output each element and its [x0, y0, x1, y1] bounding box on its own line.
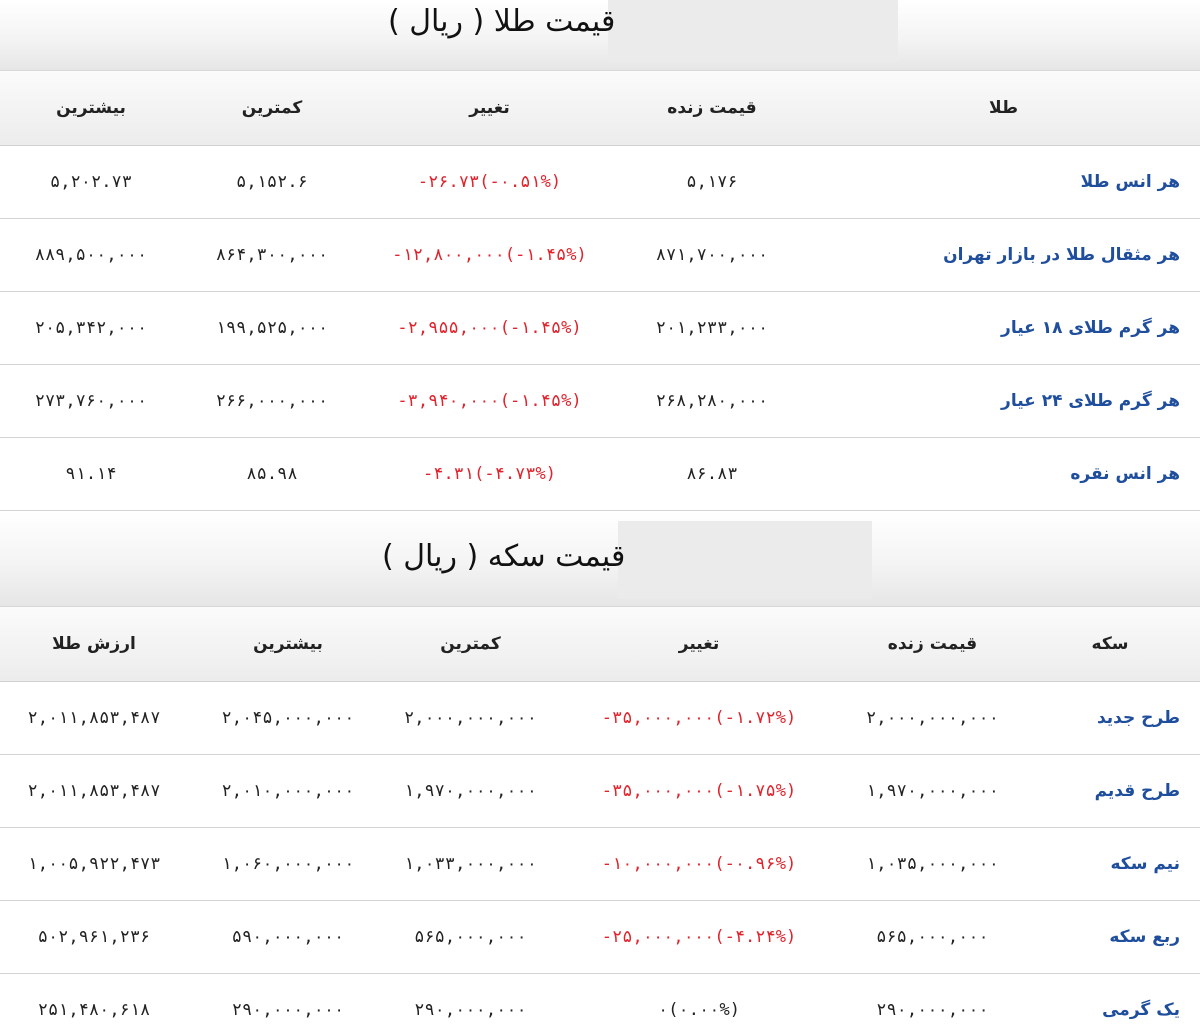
col-header-item: طلا — [807, 71, 1200, 146]
item-name-link[interactable]: هر انس طلا — [807, 145, 1200, 219]
min-value: ۱,۹۷۰,۰۰۰,۰۰۰ — [388, 754, 553, 828]
min-value: ۱,۰۳۳,۰۰۰,۰۰۰ — [388, 827, 553, 901]
gold-section-header: قیمت طلا ( ریال ) — [0, 0, 1200, 71]
max-value: ۵۹۰,۰۰۰,۰۰۰ — [188, 900, 388, 974]
change-value: -۴.۳۱(-۴.۷۳%) — [362, 437, 617, 511]
max-value: ۲۹۰,۰۰۰,۰۰۰ — [188, 973, 388, 1025]
col-header-min: کمترین — [388, 607, 553, 682]
change-value: -۳,۹۴۰,۰۰۰(-۱.۴۵%) — [362, 364, 617, 438]
table-row: ۵,۲۰۲.۷۳ ۵,۱۵۲.۶ -۲۶.۷۳(-۰.۵۱%) ۵,۱۷۶ هر… — [0, 145, 1200, 219]
item-name-link[interactable]: یک گرمی — [1020, 973, 1200, 1025]
live-price-value: ۵,۱۷۶ — [617, 145, 807, 219]
gold-table-header: بیشترین کمترین تغییر قیمت زنده طلا — [0, 71, 1200, 146]
item-name-link[interactable]: ربع سکه — [1020, 900, 1200, 974]
gold-value: ۱,۰۰۵,۹۲۲,۴۷۳ — [0, 827, 188, 901]
min-value: ۸۵.۹۸ — [182, 437, 362, 511]
change-value: -۱۰,۰۰۰,۰۰۰(-۰.۹۶%) — [553, 827, 845, 901]
live-price-value: ۵۶۵,۰۰۰,۰۰۰ — [845, 900, 1020, 974]
live-price-value: ۲۶۸,۲۸۰,۰۰۰ — [617, 364, 807, 438]
col-header-item: سکه — [1020, 607, 1200, 682]
max-value: ۱,۰۶۰,۰۰۰,۰۰۰ — [188, 827, 388, 901]
max-value: ۲,۰۴۵,۰۰۰,۰۰۰ — [188, 681, 388, 755]
item-name-link[interactable]: طرح جدید — [1020, 681, 1200, 755]
table-row: ۲۷۳,۷۶۰,۰۰۰ ۲۶۶,۰۰۰,۰۰۰ -۳,۹۴۰,۰۰۰(-۱.۴۵… — [0, 364, 1200, 438]
min-value: ۵۶۵,۰۰۰,۰۰۰ — [388, 900, 553, 974]
coin-section-title: قیمت سکه ( ریال ) — [382, 539, 626, 574]
item-name-link[interactable]: طرح قدیم — [1020, 754, 1200, 828]
table-row: ۵۰۲,۹۶۱,۲۳۶ ۵۹۰,۰۰۰,۰۰۰ ۵۶۵,۰۰۰,۰۰۰ -۲۵,… — [0, 900, 1200, 974]
coin-price-table: ارزش طلا بیشترین کمترین تغییر قیمت زنده … — [0, 607, 1200, 1025]
min-value: ۲۹۰,۰۰۰,۰۰۰ — [388, 973, 553, 1025]
change-value: -۲۵,۰۰۰,۰۰۰(-۴.۲۴%) — [553, 900, 845, 974]
col-header-min: کمترین — [182, 71, 362, 146]
change-value: -۳۵,۰۰۰,۰۰۰(-۱.۷۵%) — [553, 754, 845, 828]
col-header-gold-value: ارزش طلا — [0, 607, 188, 682]
gold-value: ۵۰۲,۹۶۱,۲۳۶ — [0, 900, 188, 974]
change-value: -۲,۹۵۵,۰۰۰(-۱.۴۵%) — [362, 291, 617, 365]
item-name-link[interactable]: هر گرم طلای ۲۴ عیار — [807, 364, 1200, 438]
change-value: -۲۶.۷۳(-۰.۵۱%) — [362, 145, 617, 219]
live-price-value: ۲۹۰,۰۰۰,۰۰۰ — [845, 973, 1020, 1025]
gold-section-title: قیمت طلا ( ریال ) — [388, 4, 616, 39]
min-value: ۲۶۶,۰۰۰,۰۰۰ — [182, 364, 362, 438]
max-value: ۲۰۵,۳۴۲,۰۰۰ — [0, 291, 182, 365]
change-value: ۰(۰.۰۰%) — [553, 973, 845, 1025]
price-page: قیمت طلا ( ریال ) بیشترین کمترین تغییر ق… — [0, 0, 1200, 1025]
change-value: -۱۲,۸۰۰,۰۰۰(-۱.۴۵%) — [362, 218, 617, 292]
item-name-link[interactable]: هر گرم طلای ۱۸ عیار — [807, 291, 1200, 365]
table-row: ۲۵۱,۴۸۰,۶۱۸ ۲۹۰,۰۰۰,۰۰۰ ۲۹۰,۰۰۰,۰۰۰ ۰(۰.… — [0, 973, 1200, 1025]
min-value: ۸۶۴,۳۰۰,۰۰۰ — [182, 218, 362, 292]
min-value: ۵,۱۵۲.۶ — [182, 145, 362, 219]
gold-value: ۲,۰۱۱,۸۵۳,۴۸۷ — [0, 681, 188, 755]
max-value: ۲,۰۱۰,۰۰۰,۰۰۰ — [188, 754, 388, 828]
coin-section-header: قیمت سکه ( ریال ) — [0, 511, 1200, 607]
max-value: ۸۸۹,۵۰۰,۰۰۰ — [0, 218, 182, 292]
live-price-value: ۸۷۱,۷۰۰,۰۰۰ — [617, 218, 807, 292]
table-row: ۸۸۹,۵۰۰,۰۰۰ ۸۶۴,۳۰۰,۰۰۰ -۱۲,۸۰۰,۰۰۰(-۱.۴… — [0, 218, 1200, 292]
live-price-value: ۱,۹۷۰,۰۰۰,۰۰۰ — [845, 754, 1020, 828]
item-name-link[interactable]: نیم سکه — [1020, 827, 1200, 901]
gold-value: ۲,۰۱۱,۸۵۳,۴۸۷ — [0, 754, 188, 828]
gold-price-table: بیشترین کمترین تغییر قیمت زنده طلا ۵,۲۰۲… — [0, 71, 1200, 511]
table-row: ۲۰۵,۳۴۲,۰۰۰ ۱۹۹,۵۲۵,۰۰۰ -۲,۹۵۵,۰۰۰(-۱.۴۵… — [0, 291, 1200, 365]
live-price-value: ۲,۰۰۰,۰۰۰,۰۰۰ — [845, 681, 1020, 755]
col-header-max: بیشترین — [188, 607, 388, 682]
table-row: ۹۱.۱۴ ۸۵.۹۸ -۴.۳۱(-۴.۷۳%) ۸۶.۸۳ هر انس ن… — [0, 437, 1200, 511]
table-row: ۱,۰۰۵,۹۲۲,۴۷۳ ۱,۰۶۰,۰۰۰,۰۰۰ ۱,۰۳۳,۰۰۰,۰۰… — [0, 827, 1200, 901]
min-value: ۱۹۹,۵۲۵,۰۰۰ — [182, 291, 362, 365]
col-header-live-price: قیمت زنده — [845, 607, 1020, 682]
col-header-change: تغییر — [362, 71, 617, 146]
live-price-value: ۲۰۱,۲۳۳,۰۰۰ — [617, 291, 807, 365]
gold-header-tab — [608, 0, 898, 62]
coin-table-header: ارزش طلا بیشترین کمترین تغییر قیمت زنده … — [0, 607, 1200, 682]
item-name-link[interactable]: هر مثقال طلا در بازار تهران — [807, 218, 1200, 292]
col-header-max: بیشترین — [0, 71, 182, 146]
max-value: ۵,۲۰۲.۷۳ — [0, 145, 182, 219]
change-value: -۳۵,۰۰۰,۰۰۰(-۱.۷۲%) — [553, 681, 845, 755]
col-header-live-price: قیمت زنده — [617, 71, 807, 146]
live-price-value: ۱,۰۳۵,۰۰۰,۰۰۰ — [845, 827, 1020, 901]
gold-value: ۲۵۱,۴۸۰,۶۱۸ — [0, 973, 188, 1025]
min-value: ۲,۰۰۰,۰۰۰,۰۰۰ — [388, 681, 553, 755]
table-row: ۲,۰۱۱,۸۵۳,۴۸۷ ۲,۰۴۵,۰۰۰,۰۰۰ ۲,۰۰۰,۰۰۰,۰۰… — [0, 681, 1200, 755]
max-value: ۲۷۳,۷۶۰,۰۰۰ — [0, 364, 182, 438]
col-header-change: تغییر — [553, 607, 845, 682]
live-price-value: ۸۶.۸۳ — [617, 437, 807, 511]
coin-header-tab — [618, 521, 872, 599]
max-value: ۹۱.۱۴ — [0, 437, 182, 511]
table-row: ۲,۰۱۱,۸۵۳,۴۸۷ ۲,۰۱۰,۰۰۰,۰۰۰ ۱,۹۷۰,۰۰۰,۰۰… — [0, 754, 1200, 828]
item-name-link[interactable]: هر انس نقره — [807, 437, 1200, 511]
